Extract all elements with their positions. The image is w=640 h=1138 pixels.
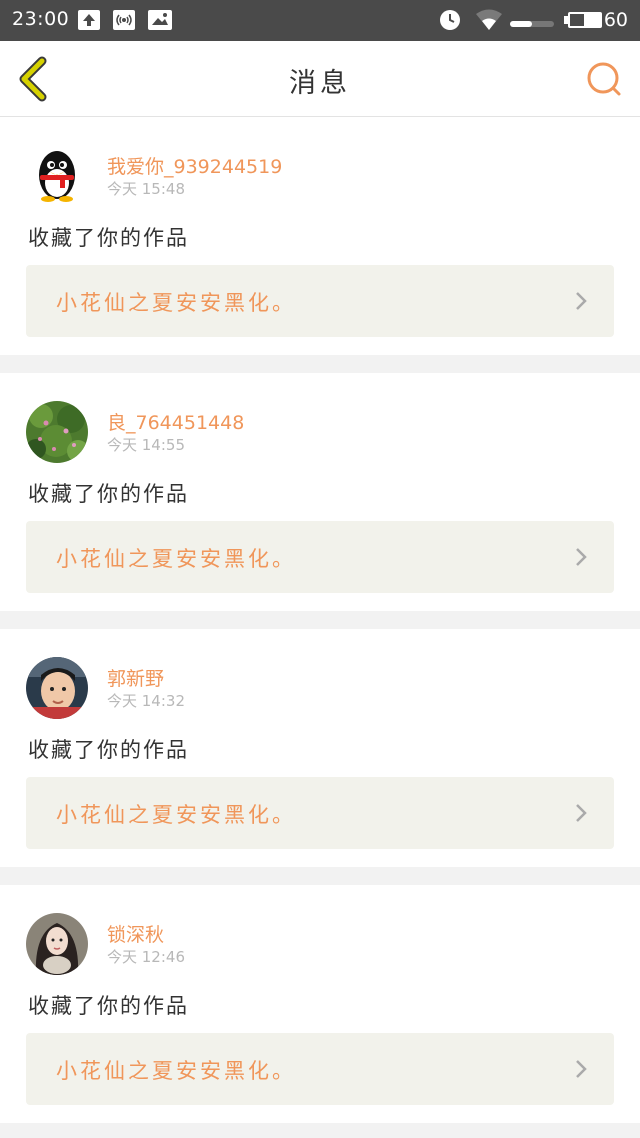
signal-bars-icon (510, 14, 554, 33)
work-title: 小花仙之夏安安黑化。 (56, 291, 296, 315)
work-link[interactable]: 小花仙之夏安安黑化。 (26, 777, 614, 849)
page-title: 消息 (289, 68, 351, 99)
wifi-signal-icon (474, 8, 504, 36)
app-header: 消息 (0, 41, 640, 117)
battery-icon (564, 10, 604, 34)
upload-icon (78, 10, 100, 30)
work-title: 小花仙之夏安安黑化。 (56, 1059, 296, 1083)
status-bar: 23:00 60 (0, 0, 640, 41)
child-photo-avatar[interactable] (26, 657, 88, 719)
work-title: 小花仙之夏安安黑化。 (56, 547, 296, 571)
action-text: 收藏了你的作品 (28, 482, 189, 506)
battery-level: 60 (603, 9, 628, 31)
action-text: 收藏了你的作品 (28, 994, 189, 1018)
search-button[interactable] (584, 59, 624, 99)
status-time: 23:00 (12, 8, 70, 30)
action-text: 收藏了你的作品 (28, 226, 189, 250)
qq-penguin-avatar[interactable] (26, 145, 88, 207)
username[interactable]: 锁深秋 (107, 920, 164, 947)
username[interactable]: 郭新野 (107, 664, 164, 691)
flower-bush-avatar[interactable] (26, 401, 88, 463)
chevron-right-icon (576, 1060, 587, 1078)
username[interactable]: 我爱你_939244519 (107, 152, 282, 179)
message-time: 今天 12:46 (107, 948, 185, 966)
chevron-right-icon (576, 292, 587, 310)
work-link[interactable]: 小花仙之夏安安黑化。 (26, 265, 614, 337)
girl-photo-avatar[interactable] (26, 913, 88, 975)
message-time: 今天 14:32 (107, 692, 185, 710)
alarm-clock-icon (438, 8, 462, 36)
wifi-hotspot-icon (113, 10, 135, 30)
message-time: 今天 14:55 (107, 436, 185, 454)
username[interactable]: 良_764451448 (107, 408, 244, 435)
work-title: 小花仙之夏安安黑化。 (56, 803, 296, 827)
message-card: 我爱你_939244519 今天 15:48 收藏了你的作品 小花仙之夏安安黑化… (0, 117, 640, 355)
chevron-right-icon (576, 804, 587, 822)
message-card: 良_764451448 今天 14:55 收藏了你的作品 小花仙之夏安安黑化。 (0, 373, 640, 611)
message-card: 锁深秋 今天 12:46 收藏了你的作品 小花仙之夏安安黑化。 (0, 885, 640, 1123)
work-link[interactable]: 小花仙之夏安安黑化。 (26, 521, 614, 593)
message-time: 今天 15:48 (107, 180, 185, 198)
action-text: 收藏了你的作品 (28, 738, 189, 762)
work-link[interactable]: 小花仙之夏安安黑化。 (26, 1033, 614, 1105)
chevron-right-icon (576, 548, 587, 566)
search-icon (587, 62, 621, 96)
image-icon (148, 10, 172, 30)
message-card: 郭新野 今天 14:32 收藏了你的作品 小花仙之夏安安黑化。 (0, 629, 640, 867)
